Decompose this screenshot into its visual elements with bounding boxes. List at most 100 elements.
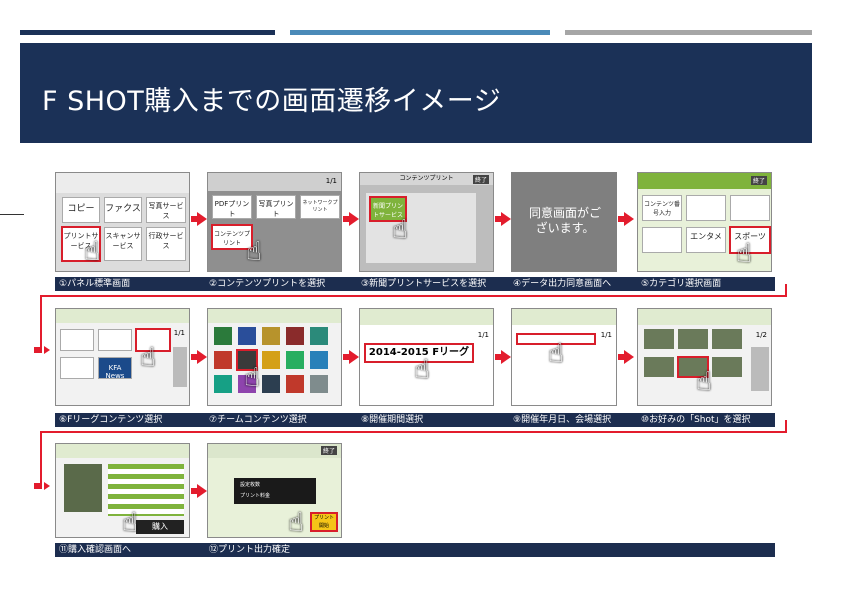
team-emblem[interactable] bbox=[286, 351, 304, 369]
screen-2-panel: 1/1 PDFプリント 写真プリント ネットワークプリント コンテンツプリント … bbox=[207, 172, 342, 272]
step-5-caption: ⑤カテゴリ選択画面 bbox=[641, 279, 722, 289]
team-emblem[interactable] bbox=[214, 327, 232, 345]
shot-thumbnail[interactable] bbox=[678, 329, 708, 349]
screen-7-header bbox=[208, 309, 341, 323]
pointer-hand-icon: ☝ bbox=[696, 367, 712, 397]
print-start-button[interactable]: プリント開始 bbox=[310, 512, 338, 532]
tile-wleague[interactable] bbox=[98, 329, 132, 351]
arrow-right-icon bbox=[618, 350, 634, 364]
scroll-bar[interactable] bbox=[173, 347, 187, 387]
team-emblem[interactable] bbox=[214, 351, 232, 369]
top-bar-1 bbox=[20, 30, 275, 35]
team-emblem[interactable] bbox=[286, 375, 304, 393]
shot-thumbnail[interactable] bbox=[712, 329, 742, 349]
shot-thumbnail[interactable] bbox=[644, 357, 674, 377]
tile-photo-gallery[interactable] bbox=[730, 195, 770, 221]
purchase-button[interactable]: 購入 bbox=[136, 520, 184, 534]
end-button[interactable]: 終了 bbox=[472, 175, 489, 184]
tile-scan[interactable]: スキャンサービス bbox=[104, 227, 142, 261]
pointer-hand-icon: ☝ bbox=[84, 237, 100, 267]
tile-network-print[interactable]: ネットワークプリント bbox=[300, 195, 340, 219]
tile-photo-print[interactable]: 写真プリント bbox=[256, 195, 296, 219]
page-indicator: 1/1 bbox=[325, 177, 337, 185]
pointer-hand-icon: ☝ bbox=[122, 508, 138, 538]
screen-1-panel-standard: コピー ファクス 写真サービス プリントサービス スキャンサービス 行政サービス… bbox=[55, 172, 190, 272]
step-12-caption: ⑫プリント出力確定 bbox=[209, 545, 291, 555]
arrow-right-icon bbox=[495, 212, 511, 226]
pointer-hand-icon: ☝ bbox=[288, 508, 304, 538]
tile-kfa-news[interactable]: KFA News bbox=[98, 357, 132, 380]
arrow-right-icon bbox=[495, 350, 511, 364]
flow-connector bbox=[40, 431, 42, 489]
tile-admin[interactable]: 行政サービス bbox=[146, 227, 186, 261]
screen-9-header bbox=[512, 309, 616, 325]
step-2-caption: ②コンテンツプリントを選択 bbox=[209, 279, 326, 289]
tile-study[interactable] bbox=[642, 227, 682, 253]
step-10-caption: ⑩お好みの「Shot」を選択 bbox=[641, 415, 751, 425]
team-emblem[interactable] bbox=[214, 375, 232, 393]
shot-preview bbox=[64, 464, 102, 512]
screen-10-header bbox=[638, 309, 771, 325]
team-emblem[interactable] bbox=[262, 327, 280, 345]
team-emblem[interactable] bbox=[262, 351, 280, 369]
pointer-hand-icon: ☝ bbox=[246, 237, 262, 267]
screen-11-panel: 購入 ☝ bbox=[55, 443, 190, 538]
tile-content-number[interactable]: コンテンツ番号入力 bbox=[642, 195, 682, 221]
screen-8-header bbox=[360, 309, 493, 325]
pointer-hand-icon: ☝ bbox=[244, 363, 260, 393]
step-8-caption: ⑧開催期間選択 bbox=[361, 415, 424, 425]
page-indicator: 1/1 bbox=[477, 331, 489, 339]
tile-fax[interactable]: ファクス bbox=[104, 197, 142, 223]
consent-text: 同意画面がございます。 bbox=[528, 206, 601, 235]
end-button[interactable]: 終了 bbox=[750, 176, 767, 185]
tile-copy[interactable]: コピー bbox=[62, 197, 100, 223]
screen-7-panel: ☝ bbox=[207, 308, 342, 406]
screen-5-panel: 終了 コンテンツ番号入力 エンタメ スポーツ ☝ bbox=[637, 172, 772, 272]
step-7-caption: ⑦チームコンテンツ選択 bbox=[209, 415, 307, 425]
team-emblem[interactable] bbox=[238, 327, 256, 345]
arrow-right-icon bbox=[34, 482, 50, 490]
tile-pdf-print[interactable]: PDFプリント bbox=[212, 195, 252, 219]
tile-photo[interactable]: 写真サービス bbox=[146, 197, 186, 223]
screen-12-panel: 終了 設定枚数 プリント料金 プリント開始 ☝ bbox=[207, 443, 342, 538]
tile-news[interactable] bbox=[686, 195, 726, 221]
caption-bar-row-1: ①パネル標準画面 ②コンテンツプリントを選択 ③新聞プリントサービスを選択 ④デ… bbox=[55, 277, 775, 291]
shot-thumbnail[interactable] bbox=[644, 329, 674, 349]
pointer-hand-icon: ☝ bbox=[548, 339, 564, 369]
shot-thumbnail[interactable] bbox=[712, 357, 742, 377]
screen-10-panel: 1/2 ☝ bbox=[637, 308, 772, 406]
screen-6-panel: 1/1 KFA News ☝ bbox=[55, 308, 190, 406]
pointer-hand-icon: ☝ bbox=[140, 343, 156, 373]
pointer-hand-icon: ☝ bbox=[392, 215, 408, 245]
arrow-right-icon bbox=[191, 350, 207, 364]
arrow-right-icon bbox=[618, 212, 634, 226]
team-emblem[interactable] bbox=[310, 351, 328, 369]
team-emblem[interactable] bbox=[286, 327, 304, 345]
screen-9-panel: 1/1 ☝ bbox=[511, 308, 617, 406]
step-6-caption: ⑥Fリーグコンテンツ選択 bbox=[59, 415, 163, 425]
title-banner: F SHOT購入までの画面遷移イメージ bbox=[20, 43, 812, 143]
page-indicator: 1/1 bbox=[173, 329, 185, 337]
step-9-caption: ⑨開催年月日、会場選択 bbox=[513, 415, 612, 425]
page-title: F SHOT購入までの画面遷移イメージ bbox=[42, 86, 502, 117]
arrow-right-icon bbox=[343, 350, 359, 364]
pointer-hand-icon: ☝ bbox=[736, 239, 752, 269]
tile-golf[interactable] bbox=[60, 357, 94, 379]
tile-jleague[interactable] bbox=[60, 329, 94, 351]
end-button[interactable]: 終了 bbox=[320, 446, 337, 455]
top-bar-2 bbox=[290, 30, 550, 35]
arrow-right-icon bbox=[191, 484, 207, 498]
arrow-right-icon bbox=[34, 346, 50, 354]
top-bar-3 bbox=[565, 30, 812, 35]
screen-3-panel: コンテンツプリント 終了 新聞プリントサービス ☝ bbox=[359, 172, 494, 272]
team-emblem[interactable] bbox=[310, 327, 328, 345]
tile-entertainment[interactable]: エンタメ bbox=[686, 227, 726, 253]
step-11-caption: ⑪購入確認画面へ bbox=[59, 545, 132, 555]
flow-connector bbox=[40, 295, 42, 353]
screen-8-panel: 1/1 2014-2015 Fリーグ ☝ bbox=[359, 308, 494, 406]
team-emblem[interactable] bbox=[310, 375, 328, 393]
team-emblem[interactable] bbox=[262, 375, 280, 393]
caption-bar-row-2: ⑥Fリーグコンテンツ選択 ⑦チームコンテンツ選択 ⑧開催期間選択 ⑨開催年月日、… bbox=[55, 413, 775, 427]
side-tick-mark bbox=[0, 214, 24, 215]
scroll-bar[interactable] bbox=[751, 347, 769, 391]
